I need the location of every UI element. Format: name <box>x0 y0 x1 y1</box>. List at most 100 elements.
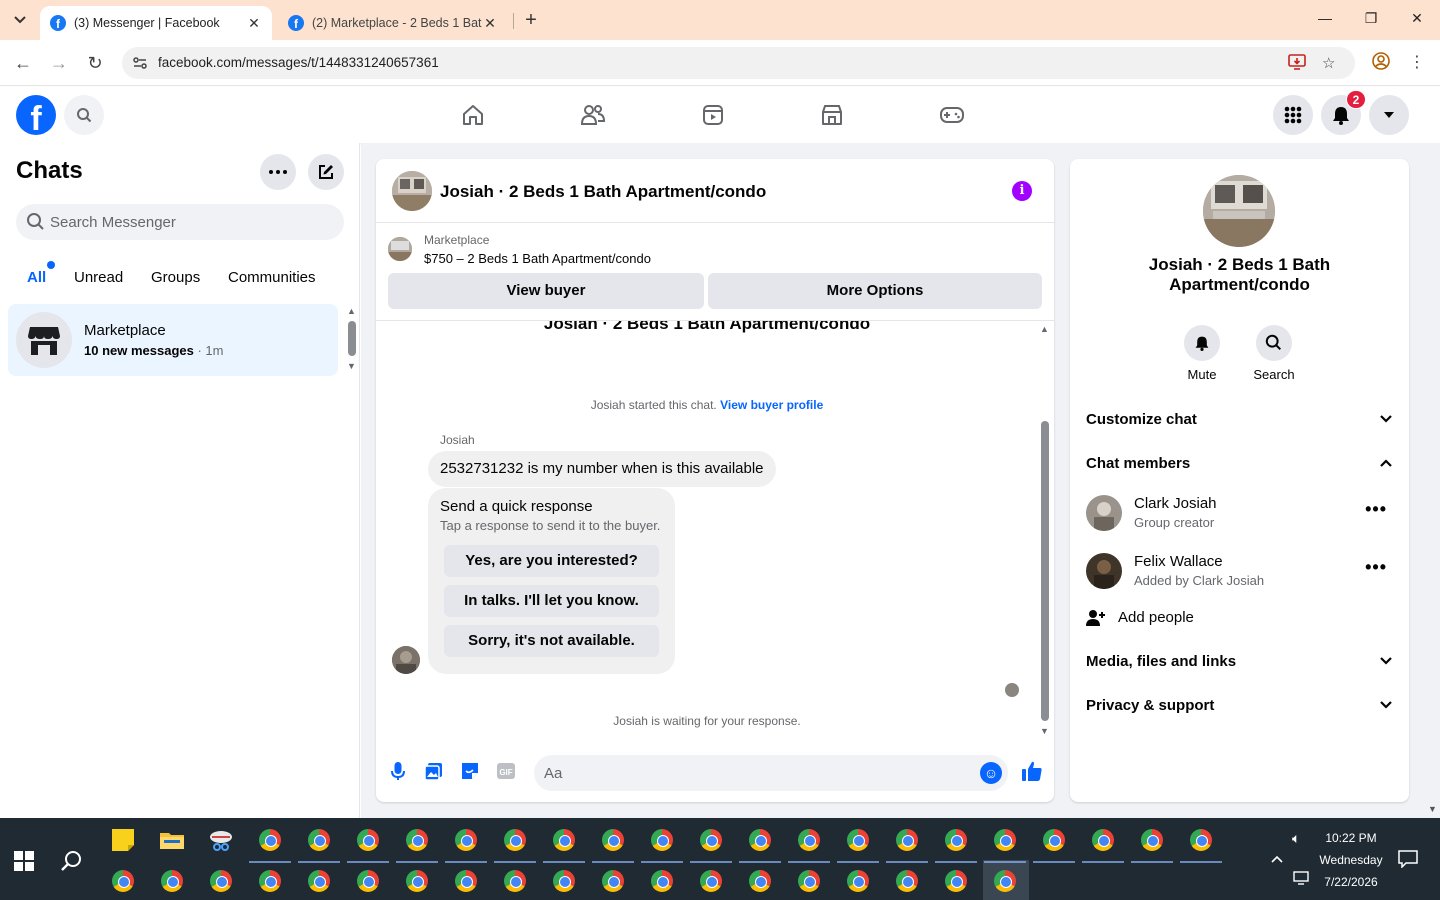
chrome-taskbar-icon[interactable] <box>306 868 332 894</box>
chrome-taskbar-icon[interactable] <box>943 868 969 894</box>
nav-marketplace[interactable] <box>812 97 852 133</box>
gif-button[interactable]: GIF <box>492 757 520 785</box>
media-files-links-row[interactable]: Media, files and links <box>1086 653 1393 677</box>
sticker-button[interactable] <box>456 757 484 785</box>
mute-action[interactable]: Mute <box>1172 325 1232 382</box>
chrome-taskbar-icon[interactable] <box>592 827 634 863</box>
voice-clip-button[interactable] <box>384 757 412 785</box>
chrome-taskbar-icon[interactable] <box>641 827 683 863</box>
chat-members-row[interactable]: Chat members <box>1086 455 1393 479</box>
chrome-taskbar-icon[interactable] <box>396 827 438 863</box>
reload-button[interactable]: ↻ <box>84 52 106 74</box>
scrollbar-thumb[interactable] <box>1041 421 1049 721</box>
snipping-tool-app-icon[interactable] <box>208 827 234 853</box>
conversation-info-icon[interactable]: i <box>1012 181 1032 201</box>
message-bubble[interactable]: 2532731232 is my number when is this ava… <box>428 451 776 487</box>
menu-grid-button[interactable] <box>1273 95 1313 135</box>
chrome-taskbar-icon[interactable] <box>404 868 430 894</box>
quick-response-option[interactable]: Yes, are you interested? <box>444 545 659 577</box>
chrome-taskbar-icon[interactable] <box>355 868 381 894</box>
close-window-button[interactable]: ✕ <box>1405 10 1429 30</box>
address-bar[interactable]: facebook.com/messages/t/1448331240657361… <box>122 47 1355 79</box>
file-explorer-app-icon[interactable] <box>159 827 185 853</box>
chrome-taskbar-icon[interactable] <box>992 868 1018 894</box>
chrome-taskbar-icon[interactable] <box>445 827 487 863</box>
chrome-taskbar-icon[interactable] <box>837 827 879 863</box>
chats-options-button[interactable] <box>260 154 296 190</box>
sticky-notes-app-icon[interactable] <box>110 827 136 853</box>
profile-icon[interactable] <box>1370 52 1392 74</box>
chrome-taskbar-icon[interactable] <box>886 827 928 863</box>
tab-close-icon[interactable]: ✕ <box>482 15 498 32</box>
clock-time[interactable]: 10:22 PM <box>1318 831 1384 845</box>
chrome-taskbar-icon[interactable] <box>1082 827 1124 863</box>
tab-messenger[interactable]: f (3) Messenger | Facebook ✕ <box>40 6 272 40</box>
windows-start-icon[interactable] <box>14 851 34 871</box>
chrome-taskbar-icon[interactable] <box>257 868 283 894</box>
chrome-taskbar-icon[interactable] <box>502 868 528 894</box>
emoji-icon[interactable]: ☺ <box>980 762 1002 784</box>
chrome-taskbar-icon[interactable] <box>788 827 830 863</box>
member-row[interactable]: Clark Josiah Group creator ••• <box>1086 493 1393 537</box>
chrome-taskbar-icon[interactable] <box>935 827 977 863</box>
attach-photo-button[interactable] <box>420 757 448 785</box>
new-message-button[interactable] <box>308 154 344 190</box>
mute-button[interactable] <box>1184 325 1220 361</box>
customize-chat-row[interactable]: Customize chat <box>1086 411 1393 435</box>
network-icon[interactable] <box>1293 871 1311 888</box>
chrome-taskbar-icon[interactable] <box>1180 827 1222 863</box>
filter-communities[interactable]: Communities <box>220 262 324 294</box>
scroll-down-arrow-icon[interactable]: ▼ <box>1040 726 1049 736</box>
chrome-taskbar-icon[interactable] <box>453 868 479 894</box>
chrome-taskbar-icon[interactable] <box>494 827 536 863</box>
view-buyer-button[interactable]: View buyer <box>388 273 704 309</box>
conversation-avatar[interactable] <box>392 171 432 211</box>
scroll-up-arrow-icon[interactable]: ▲ <box>347 306 356 316</box>
like-button[interactable] <box>1018 757 1046 785</box>
quick-response-option[interactable]: In talks. I'll let you know. <box>444 585 659 617</box>
facebook-logo-icon[interactable]: f <box>16 95 56 135</box>
quick-response-option[interactable]: Sorry, it's not available. <box>444 625 659 657</box>
chrome-taskbar-icon[interactable] <box>347 827 389 863</box>
chrome-taskbar-icon[interactable] <box>698 868 724 894</box>
search-in-chat-button[interactable] <box>1256 325 1292 361</box>
chrome-taskbar-icon[interactable] <box>739 827 781 863</box>
search-messenger-input[interactable] <box>50 204 330 240</box>
message-input-box[interactable]: ☺ <box>534 755 1008 791</box>
member-options-icon[interactable]: ••• <box>1365 499 1387 520</box>
more-options-button[interactable]: More Options <box>708 273 1042 309</box>
chrome-taskbar-icon[interactable] <box>796 868 822 894</box>
tab-close-icon[interactable]: ✕ <box>246 15 262 32</box>
show-hidden-icons-chevron-icon[interactable] <box>1270 851 1284 867</box>
listing-thumbnail[interactable] <box>388 237 412 261</box>
browser-menu-icon[interactable]: ⋮ <box>1406 52 1428 74</box>
notification-center-icon[interactable] <box>1398 850 1418 871</box>
filter-groups[interactable]: Groups <box>143 262 208 294</box>
chrome-taskbar-icon[interactable] <box>208 868 234 894</box>
nav-video[interactable] <box>693 97 733 133</box>
chrome-taskbar-icon[interactable] <box>649 868 675 894</box>
chrome-taskbar-icon[interactable] <box>894 868 920 894</box>
forward-button[interactable]: → <box>48 52 70 74</box>
nav-friends[interactable] <box>573 97 613 133</box>
scroll-down-arrow-icon[interactable]: ▼ <box>347 361 356 371</box>
minimize-button[interactable]: — <box>1313 10 1337 30</box>
volume-icon[interactable]: 🔈︎ <box>1292 830 1300 847</box>
facebook-search-button[interactable] <box>64 95 104 135</box>
chat-item-marketplace[interactable]: Marketplace 10 new messages · 1m <box>8 304 338 376</box>
chrome-taskbar-icon[interactable] <box>110 868 136 894</box>
nav-home[interactable] <box>453 97 493 133</box>
sidebar-scrollbar[interactable]: ▲ ▼ <box>345 306 359 372</box>
chrome-taskbar-icon[interactable] <box>543 827 585 863</box>
search-action[interactable]: Search <box>1244 325 1304 382</box>
member-options-icon[interactable]: ••• <box>1365 557 1387 578</box>
privacy-support-row[interactable]: Privacy & support <box>1086 697 1393 721</box>
filter-unread[interactable]: Unread <box>66 262 131 294</box>
tab-search-menu-button[interactable] <box>8 8 32 32</box>
member-row[interactable]: Felix Wallace Added by Clark Josiah ••• <box>1086 551 1393 595</box>
chrome-taskbar-icon[interactable] <box>984 827 1026 863</box>
chrome-taskbar-icon[interactable] <box>1131 827 1173 863</box>
new-tab-button[interactable]: + <box>520 9 542 31</box>
scroll-up-arrow-icon[interactable]: ▲ <box>1040 324 1049 334</box>
account-menu-button[interactable] <box>1369 95 1409 135</box>
